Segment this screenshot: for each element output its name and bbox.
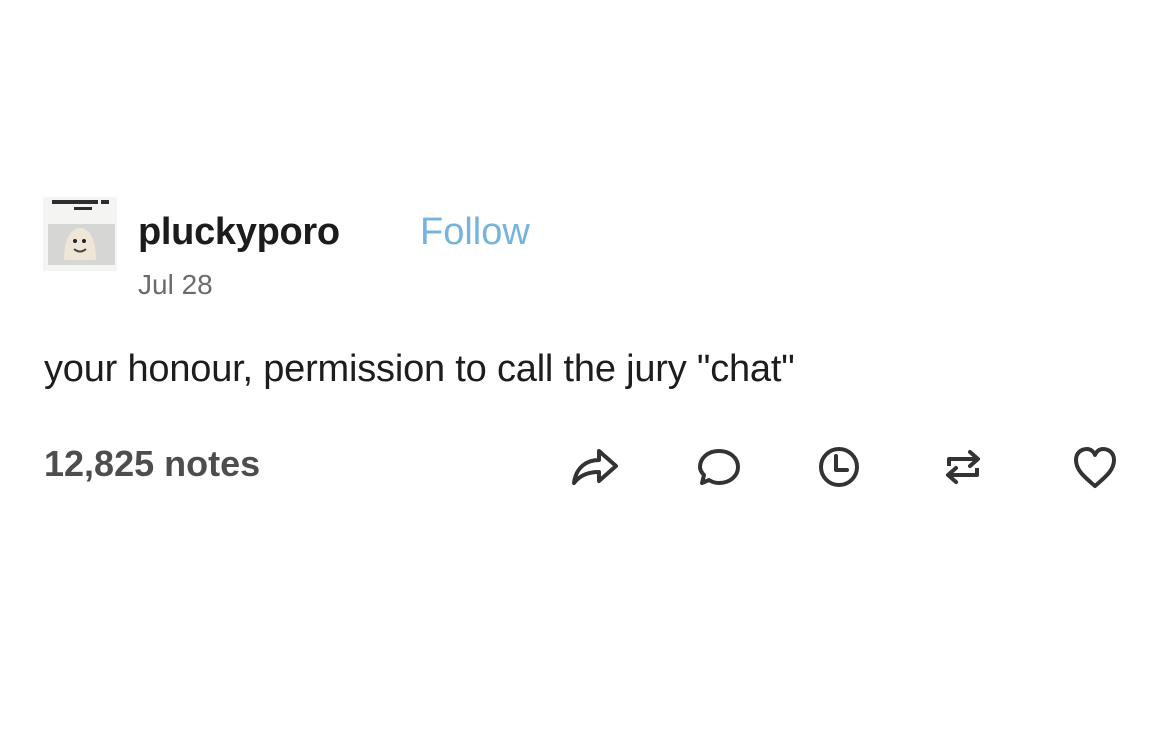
like-button[interactable] [1066, 440, 1124, 494]
reblog-button[interactable] [934, 440, 992, 494]
speech-bubble-icon [698, 449, 740, 485]
username[interactable]: pluckyporo [138, 208, 340, 256]
notes-count[interactable]: 12,825 notes [44, 440, 260, 488]
clock-icon [819, 447, 859, 487]
queue-button[interactable] [810, 440, 868, 494]
share-button[interactable] [566, 440, 624, 494]
reblog-icon [946, 450, 980, 484]
post-text: your honour, permission to call the jury… [44, 348, 795, 390]
heart-icon [1074, 447, 1116, 488]
avatar-image [43, 197, 117, 271]
reply-button[interactable] [690, 440, 748, 494]
share-icon [572, 449, 618, 485]
post-date[interactable]: Jul 28 [138, 266, 213, 304]
follow-button[interactable]: Follow [420, 208, 530, 256]
avatar[interactable] [43, 197, 117, 271]
tumblr-post: pluckyporo Follow Jul 28 your honour, pe… [0, 0, 1169, 737]
